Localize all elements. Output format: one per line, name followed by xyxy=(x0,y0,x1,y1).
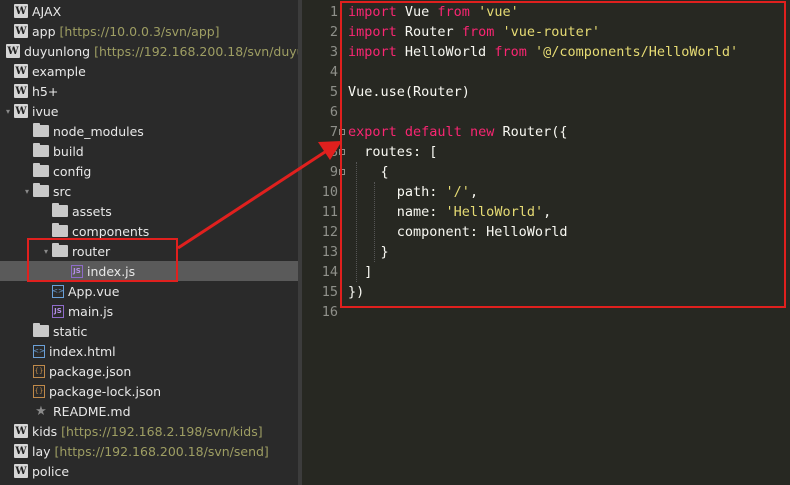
annotation-arrow xyxy=(177,141,342,250)
